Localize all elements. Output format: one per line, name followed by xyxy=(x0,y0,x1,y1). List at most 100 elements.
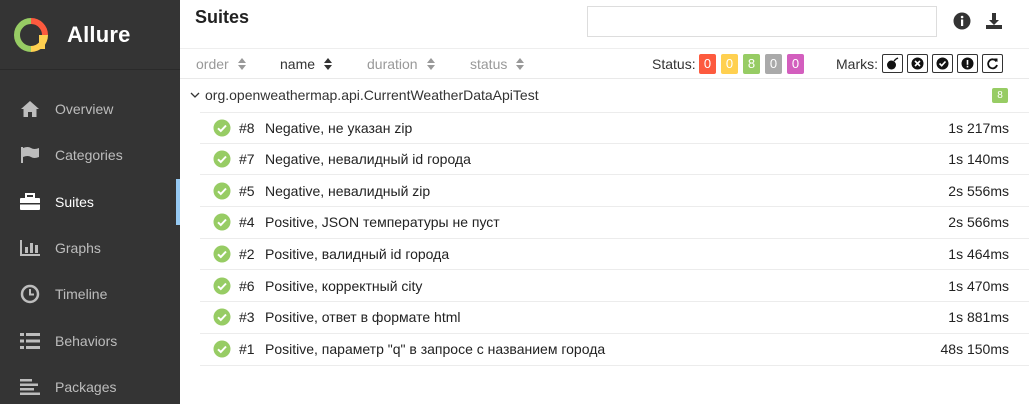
test-name: Negative, не указан zip xyxy=(265,119,413,136)
brand[interactable]: Allure xyxy=(0,0,180,70)
sidebar-item-label: Packages xyxy=(55,378,117,395)
sort-icon xyxy=(516,58,525,70)
sort-name[interactable]: name xyxy=(280,56,333,72)
bomb-icon[interactable] xyxy=(882,54,903,73)
sidebar-item-packages[interactable]: Packages xyxy=(0,364,180,404)
sort-name-label: name xyxy=(280,56,316,72)
passed-icon xyxy=(213,213,231,231)
test-duration: 48s 150ms xyxy=(940,341,1009,358)
exclamation-circle-icon[interactable] xyxy=(957,54,978,73)
search-input[interactable] xyxy=(587,6,937,37)
test-row[interactable]: #2 Positive, валидный id города 1s 464ms xyxy=(200,239,1029,271)
sidebar: Allure Overview Categories Suites Graphs xyxy=(0,0,180,404)
passed-icon xyxy=(213,245,231,263)
test-row[interactable]: #1 Positive, параметр "q" в запросе с на… xyxy=(200,334,1029,366)
sidebar-item-label: Graphs xyxy=(55,240,101,257)
sort-duration[interactable]: duration xyxy=(367,56,435,72)
status-badge-failed[interactable]: 0 xyxy=(699,54,716,74)
passed-icon xyxy=(213,150,231,168)
test-duration: 1s 881ms xyxy=(948,309,1009,326)
clock-icon xyxy=(18,284,42,304)
sort-order[interactable]: order xyxy=(196,56,246,72)
test-name: Positive, JSON температуры не пуст xyxy=(265,214,500,231)
sort-duration-label: duration xyxy=(367,56,418,72)
test-row[interactable]: #8 Negative, не указан zip 1s 217ms xyxy=(200,112,1029,144)
test-duration: 2s 566ms xyxy=(948,214,1009,231)
passed-icon xyxy=(213,308,231,326)
test-row[interactable]: #7 Negative, невалидный id города 1s 140… xyxy=(200,144,1029,176)
test-name: Negative, невалидный id города xyxy=(265,151,471,168)
times-circle-icon[interactable] xyxy=(907,54,928,73)
test-number: #8 xyxy=(239,119,255,136)
test-name: Positive, параметр "q" в запросе с назва… xyxy=(265,341,606,358)
passed-icon xyxy=(213,182,231,200)
test-number: #5 xyxy=(239,182,255,199)
marks-label: Marks: xyxy=(836,56,878,72)
align-left-icon xyxy=(18,377,42,397)
test-number: #2 xyxy=(239,246,255,263)
sidebar-item-behaviors[interactable]: Behaviors xyxy=(0,317,180,363)
status-badge-broken[interactable]: 0 xyxy=(721,54,738,74)
sidebar-item-timeline[interactable]: Timeline xyxy=(0,271,180,317)
test-duration: 2s 556ms xyxy=(948,182,1009,199)
sidebar-item-label: Suites xyxy=(55,193,94,210)
status-filter-label: Status: xyxy=(652,56,696,72)
test-number: #4 xyxy=(239,214,255,231)
sort-icon xyxy=(237,58,246,70)
suite-group-header[interactable]: org.openweathermap.api.CurrentWeatherDat… xyxy=(180,79,1029,111)
status-badge-unknown[interactable]: 0 xyxy=(787,54,804,74)
test-duration: 1s 464ms xyxy=(948,246,1009,263)
sort-bar: order name duration status Status: 0 0 8… xyxy=(180,48,1029,79)
suite-group-name: org.openweathermap.api.CurrentWeatherDat… xyxy=(205,87,539,103)
test-row[interactable]: #6 Positive, корректный city 1s 470ms xyxy=(200,270,1029,303)
allure-logo-icon xyxy=(14,17,48,52)
sidebar-item-graphs[interactable]: Graphs xyxy=(0,225,180,271)
test-duration: 1s 140ms xyxy=(948,151,1009,168)
test-number: #3 xyxy=(239,309,255,326)
test-name: Positive, ответ в формате html xyxy=(265,309,461,326)
test-name: Negative, невалидный zip xyxy=(265,182,431,199)
sidebar-item-overview[interactable]: Overview xyxy=(0,86,180,132)
test-number: #1 xyxy=(239,341,255,358)
page-title: Suites xyxy=(195,7,250,27)
test-row[interactable]: #5 Negative, невалидный zip 2s 556ms xyxy=(200,175,1029,208)
sidebar-nav: Overview Categories Suites Graphs Timeli… xyxy=(0,86,180,404)
main-panel: Suites order name duration status Status… xyxy=(180,0,1029,404)
briefcase-icon xyxy=(18,192,42,212)
test-name: Positive, валидный id города xyxy=(265,246,450,263)
brand-name: Allure xyxy=(67,21,131,47)
refresh-icon[interactable] xyxy=(982,54,1003,73)
info-icon[interactable] xyxy=(952,11,972,31)
test-row[interactable]: #3 Positive, ответ в формате html 1s 881… xyxy=(200,302,1029,334)
status-badge-skipped[interactable]: 0 xyxy=(765,54,782,74)
list-icon xyxy=(18,331,42,351)
test-duration: 1s 470ms xyxy=(948,277,1009,294)
flag-icon xyxy=(18,145,42,165)
sidebar-item-categories[interactable]: Categories xyxy=(0,132,180,178)
chevron-down-icon xyxy=(190,92,200,98)
sidebar-item-suites[interactable]: Suites xyxy=(0,178,180,226)
check-circle-icon[interactable] xyxy=(932,54,953,73)
download-icon[interactable] xyxy=(984,11,1004,31)
test-name: Positive, корректный city xyxy=(265,277,423,294)
sidebar-item-label: Categories xyxy=(55,147,123,164)
sort-asc-icon xyxy=(324,58,333,70)
sort-order-label: order xyxy=(196,56,229,72)
bar-chart-icon xyxy=(18,238,42,258)
passed-icon xyxy=(213,277,231,295)
test-number: #6 xyxy=(239,277,255,294)
sidebar-item-label: Behaviors xyxy=(55,332,118,349)
sort-status[interactable]: status xyxy=(470,56,525,72)
passed-icon xyxy=(213,340,231,358)
test-list: #8 Negative, не указан zip 1s 217ms #7 N… xyxy=(200,112,1029,366)
status-badge-passed[interactable]: 8 xyxy=(743,54,760,74)
sort-icon xyxy=(426,58,435,70)
passed-icon xyxy=(213,119,231,137)
sidebar-item-label: Timeline xyxy=(55,286,108,303)
sort-status-label: status xyxy=(470,56,508,72)
test-number: #7 xyxy=(239,151,255,168)
test-row[interactable]: #4 Positive, JSON температуры не пуст 2s… xyxy=(200,207,1029,239)
home-icon xyxy=(18,99,42,119)
suite-count-badge: 8 xyxy=(992,88,1008,103)
test-duration: 1s 217ms xyxy=(948,119,1009,136)
